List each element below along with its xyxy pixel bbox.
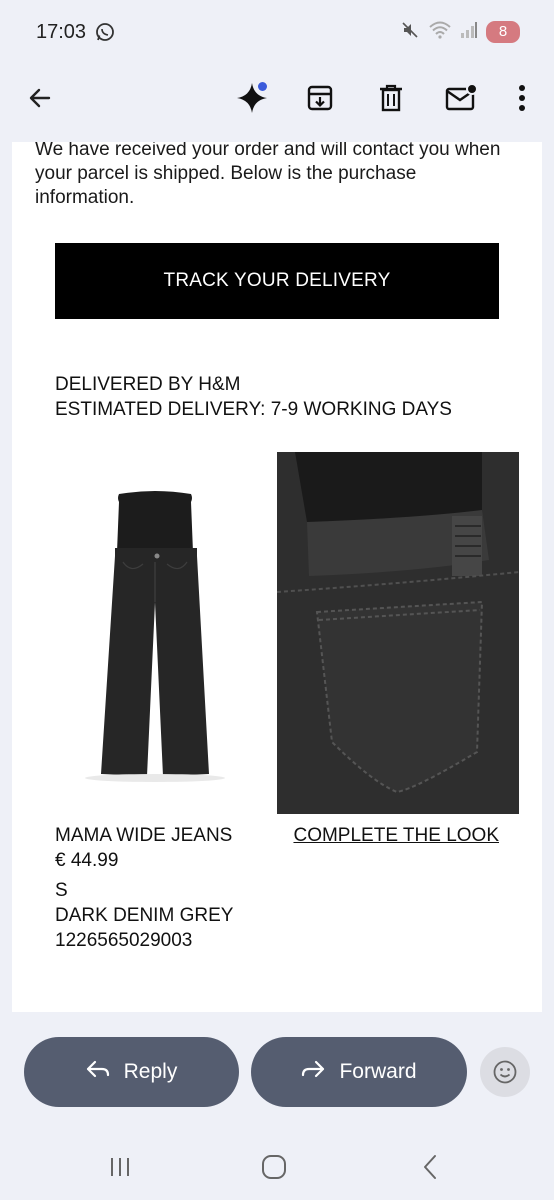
product-article-number: 1226565029003 bbox=[55, 930, 193, 951]
back-nav-icon[interactable] bbox=[410, 1150, 450, 1184]
delivered-by: DELIVERED BY H&M bbox=[55, 374, 241, 395]
system-nav-bar bbox=[0, 1130, 554, 1200]
product-details: MAMA WIDE JEANS € 44.99 S DARK DENIM GRE… bbox=[55, 823, 233, 953]
product-price: € 44.99 bbox=[55, 850, 119, 871]
complete-the-look-link[interactable]: COMPLETE THE LOOK bbox=[290, 823, 499, 848]
product-name: MAMA WIDE JEANS bbox=[55, 825, 233, 846]
track-delivery-button[interactable]: TRACK YOUR DELIVERY bbox=[55, 243, 499, 319]
status-time: 17:03 bbox=[36, 21, 87, 43]
estimated-delivery: ESTIMATED DELIVERY: 7-9 WORKING DAYS bbox=[55, 399, 452, 420]
product-image[interactable] bbox=[35, 452, 275, 814]
archive-icon[interactable] bbox=[300, 78, 340, 118]
emoji-icon bbox=[493, 1060, 517, 1084]
product-color: DARK DENIM GREY bbox=[55, 905, 234, 926]
reply-icon bbox=[86, 1059, 110, 1085]
product-size: S bbox=[55, 880, 68, 901]
back-arrow-icon[interactable] bbox=[20, 78, 60, 118]
delivery-info: DELIVERED BY H&M ESTIMATED DELIVERY: 7-9… bbox=[55, 372, 452, 422]
emoji-reaction-button[interactable] bbox=[480, 1047, 530, 1097]
status-icons: 8 bbox=[400, 20, 520, 44]
whatsapp-icon bbox=[95, 22, 115, 42]
forward-icon bbox=[301, 1059, 325, 1085]
mark-unread-icon[interactable] bbox=[441, 78, 481, 118]
forward-button[interactable]: Forward bbox=[251, 1037, 467, 1107]
battery-icon: 8 bbox=[486, 21, 520, 43]
gemini-sparkle-icon[interactable] bbox=[232, 78, 272, 118]
reply-button[interactable]: Reply bbox=[24, 1037, 239, 1107]
mute-icon bbox=[400, 20, 420, 45]
more-vert-icon[interactable] bbox=[502, 78, 542, 118]
status-bar: 17:03 8 bbox=[0, 0, 554, 66]
intro-text: We have received your order and will con… bbox=[35, 142, 501, 208]
forward-label: Forward bbox=[339, 1060, 417, 1083]
email-toolbar bbox=[0, 66, 554, 130]
product-detail-image[interactable] bbox=[277, 452, 519, 814]
signal-icon bbox=[460, 21, 478, 44]
wifi-icon bbox=[428, 20, 452, 45]
gemini-notification-dot bbox=[258, 82, 267, 91]
delete-icon[interactable] bbox=[371, 78, 411, 118]
recent-apps-icon[interactable] bbox=[100, 1150, 140, 1184]
reply-label: Reply bbox=[123, 1060, 178, 1083]
home-icon[interactable] bbox=[254, 1150, 294, 1184]
